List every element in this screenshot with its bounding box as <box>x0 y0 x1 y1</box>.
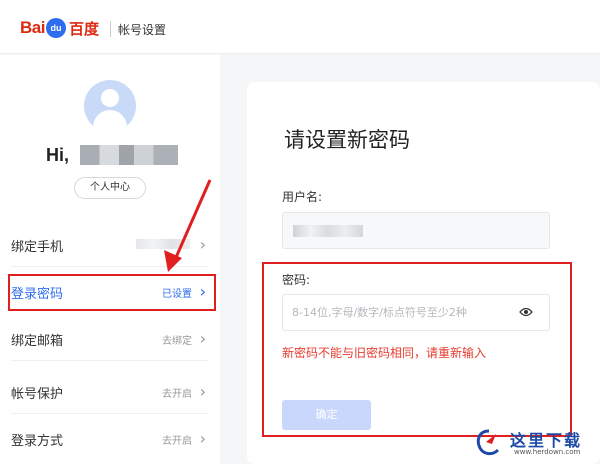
sidebar-item-label: 帐号保护 <box>11 387 64 402</box>
divider <box>11 360 208 361</box>
watermark-url: www.herdown.com <box>514 448 581 456</box>
greeting-text: Hi, <box>46 145 70 165</box>
watermark-logo-icon <box>476 429 500 456</box>
page-title: 帐号设置 <box>118 23 167 37</box>
paw-icon: du <box>45 18 66 38</box>
personal-center-button[interactable]: 个人中心 <box>74 177 146 199</box>
sidebar-item-login-method[interactable]: 登录方式 去开启 › <box>0 417 220 461</box>
sidebar-item-label: 绑定手机 <box>11 240 64 255</box>
highlight-box-login-password <box>8 274 216 311</box>
blurred-username-value <box>293 225 363 237</box>
avatar-body <box>93 110 127 132</box>
sidebar-item-status: 去开启 <box>162 436 192 447</box>
blurred-username <box>80 145 178 165</box>
logo-text-du: du <box>50 23 62 33</box>
divider <box>11 413 208 414</box>
sidebar-item-bind-email[interactable]: 绑定邮箱 去绑定 › <box>0 317 220 361</box>
logo-text-cn: 百度 <box>68 19 99 38</box>
sidebar-item-status: 去开启 <box>162 389 192 400</box>
red-arrow-icon <box>164 179 212 272</box>
sidebar-item-label: 登录方式 <box>11 434 64 449</box>
sidebar-item-label: 绑定邮箱 <box>11 334 64 349</box>
logo-text-bai: Bai <box>20 18 45 37</box>
sidebar-item-account-protection[interactable]: 帐号保护 去开启 › <box>0 370 220 414</box>
sidebar-item-status: 去绑定 <box>162 336 192 347</box>
avatar-head <box>101 89 119 107</box>
top-header: Bai du 百度 帐号设置 <box>0 0 600 54</box>
card-title: 请设置新密码 <box>284 128 410 152</box>
username-field <box>282 212 550 249</box>
header-divider <box>110 21 111 37</box>
chevron-right-icon: › <box>199 382 206 401</box>
watermark: 这里下载 www.herdown.com <box>470 424 600 464</box>
chevron-right-icon: › <box>199 329 206 348</box>
highlight-box-password-form <box>262 262 572 437</box>
chevron-right-icon: › <box>199 429 206 448</box>
username-label: 用户名: <box>282 190 323 204</box>
avatar[interactable] <box>84 80 136 132</box>
baidu-logo[interactable]: Bai du 百度 <box>20 17 99 39</box>
